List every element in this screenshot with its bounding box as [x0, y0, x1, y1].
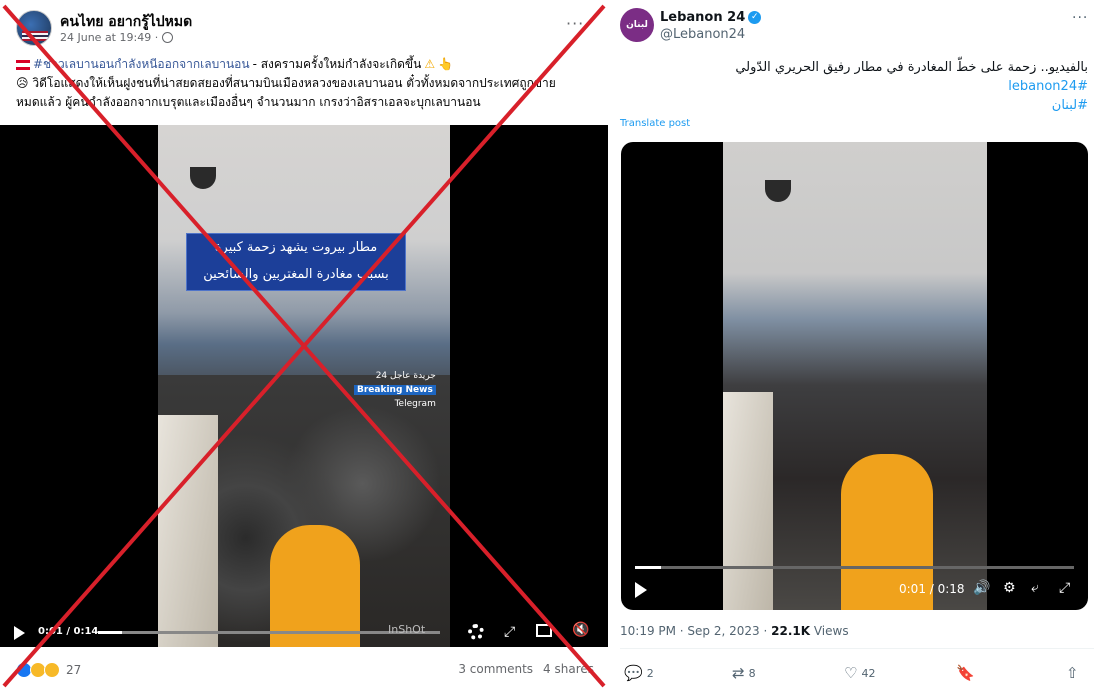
separator: [620, 648, 1094, 649]
barrier-wall: [723, 392, 773, 610]
display-name: Lebanon 24: [660, 10, 746, 25]
volume-icon[interactable]: 🔊: [973, 580, 990, 596]
action-bar: 💬 2 ⇄ 8 ♡ 42 🔖 ⇧: [620, 664, 1094, 682]
post-headline: - สงครามครั้งใหม่กำลังจะเกิดขึ้น: [252, 57, 422, 71]
repost-icon: ⇄: [732, 664, 745, 682]
hashtag-link[interactable]: #lebanon24: [622, 77, 1088, 96]
hashtag-link[interactable]: #لبنان: [622, 96, 1088, 115]
like-button[interactable]: ♡ 42: [844, 664, 875, 682]
video-caption-line: بسبب مغادرة المغتربين والسائحين: [203, 267, 389, 282]
comments-link[interactable]: 3 comments: [458, 662, 533, 676]
tweet-text: بالفيديو.. زحمة على خطّ المغادرة في مطار…: [622, 58, 1088, 115]
post-timestamp[interactable]: 24 June at 19:49 ·: [60, 31, 174, 44]
gear-icon[interactable]: ⚙: [1003, 580, 1016, 596]
post-body-line: วิดีโอแสดงให้เห็นฝูงชนที่น่าสยดสยองที่สน…: [32, 76, 556, 90]
fullscreen-icon[interactable]: ⤢: [1059, 580, 1070, 596]
video-caption: مطار بيروت يشهد زحمة كبيرة بسبب مغادرة ا…: [186, 233, 406, 291]
repost-count: 8: [748, 666, 756, 680]
tweet-meta: 10:19 PM · Sep 2, 2023 · 22.1K Views: [620, 624, 849, 638]
muted-volume-icon[interactable]: 🔇: [572, 622, 589, 638]
globe-icon: [162, 32, 174, 43]
post-body-line: หมดแล้ว ผู้คนกำลังออกจากเบรุตและเมืองอื่…: [16, 95, 481, 109]
thai-flag-icon: [22, 31, 48, 41]
reply-button[interactable]: 💬 2: [624, 664, 654, 682]
exit-icon[interactable]: ⤶: [1031, 580, 1039, 596]
post-time: 24 June at 19:49 ·: [60, 31, 159, 44]
post-text: #ชาวเลบานอนกำลังหนีออกจากเลบานอน - สงครา…: [16, 55, 596, 112]
bookmark-icon: 🔖: [956, 664, 975, 682]
x-post: لبنان Lebanon 24 ✓ @Lebanon24 ··· بالفيد…: [614, 0, 1100, 690]
verified-badge-icon: ✓: [748, 11, 762, 24]
tweet-body: بالفيديو.. زحمة على خطّ المغادرة في مطار…: [735, 60, 1088, 75]
translate-post-link[interactable]: Translate post: [620, 118, 690, 129]
play-icon[interactable]: [14, 626, 25, 640]
video-controls: 0:01 / 0:14 InShOt ⤢ 🔇: [0, 618, 608, 646]
expand-icon[interactable]: ⤢: [504, 624, 515, 640]
video-timecode: 0:01 / 0:14: [38, 626, 99, 637]
picture-in-picture-icon[interactable]: [536, 624, 552, 637]
share-button[interactable]: ⇧: [1066, 664, 1079, 682]
author-name[interactable]: คนไทย อยากรู้ไปหมด: [60, 11, 192, 33]
heart-icon: ♡: [844, 664, 858, 682]
account-avatar[interactable]: لبنان: [620, 8, 654, 42]
pointing-hand-icon: 👆: [438, 57, 454, 71]
telegram-label: Telegram: [394, 399, 436, 409]
video-timecode: 0:01 / 0:18: [899, 582, 965, 596]
video-player[interactable]: مطار بيروت يشهد زحمة كبيرة بسبب مغادرة ا…: [0, 125, 608, 647]
avatar-logo-text: لبنان: [626, 20, 648, 30]
views-count: 22.1K: [771, 624, 811, 638]
reaction-count: 27: [66, 663, 82, 677]
engagement-stats: 3 comments 4 shares: [458, 662, 594, 676]
post-hashtag[interactable]: #ชาวเลบานอนกำลังหนีออกจากเลบานอน: [33, 55, 250, 74]
security-camera: [765, 180, 791, 202]
video-progress-fill: [98, 631, 122, 634]
video-brand-watermark: InShOt: [388, 623, 426, 636]
video-player[interactable]: 0:01 / 0:18 🔊 ⚙ ⤶ ⤢: [621, 142, 1088, 610]
video-caption-line: مطار بيروت يشهد زحمة كبيرة: [214, 240, 378, 255]
play-icon[interactable]: [635, 582, 647, 598]
warning-icon: ⚠: [424, 57, 436, 71]
sad-face-icon: 😥: [16, 76, 29, 90]
facebook-post: คนไทย อยากรู้ไปหมด 24 June at 19:49 · ··…: [0, 0, 608, 690]
video-scrubber[interactable]: [635, 566, 1074, 569]
shares-link[interactable]: 4 shares: [543, 662, 594, 676]
views-label: Views: [813, 624, 849, 638]
barrier-wall: [158, 415, 218, 647]
news-watermark: جريدة عاجل 24 Breaking News Telegram: [354, 369, 436, 411]
breaking-news-label: Breaking News: [354, 385, 436, 395]
more-options-icon[interactable]: ···: [1072, 10, 1088, 26]
author-avatar[interactable]: [16, 10, 52, 46]
account-handle[interactable]: @Lebanon24: [660, 27, 745, 42]
lebanon-flag-icon: [16, 59, 30, 70]
reactions[interactable]: 27: [16, 662, 81, 678]
like-count: 42: [861, 666, 876, 680]
news-watermark-title: جريدة عاجل 24: [375, 371, 436, 381]
reply-icon: 💬: [624, 664, 643, 682]
more-options-icon[interactable]: ···: [566, 14, 584, 33]
video-progress-fill: [635, 566, 662, 569]
sad-reaction-icon: [44, 662, 60, 678]
gear-icon[interactable]: [468, 624, 484, 640]
video-frame: [723, 142, 987, 610]
account-name[interactable]: Lebanon 24 ✓: [660, 10, 762, 25]
bookmark-button[interactable]: 🔖: [956, 664, 975, 682]
tweet-timestamp[interactable]: 10:19 PM · Sep 2, 2023 ·: [620, 624, 767, 638]
security-camera: [190, 167, 216, 189]
share-icon: ⇧: [1066, 664, 1079, 682]
reply-count: 2: [646, 666, 654, 680]
repost-button[interactable]: ⇄ 8: [732, 664, 756, 682]
